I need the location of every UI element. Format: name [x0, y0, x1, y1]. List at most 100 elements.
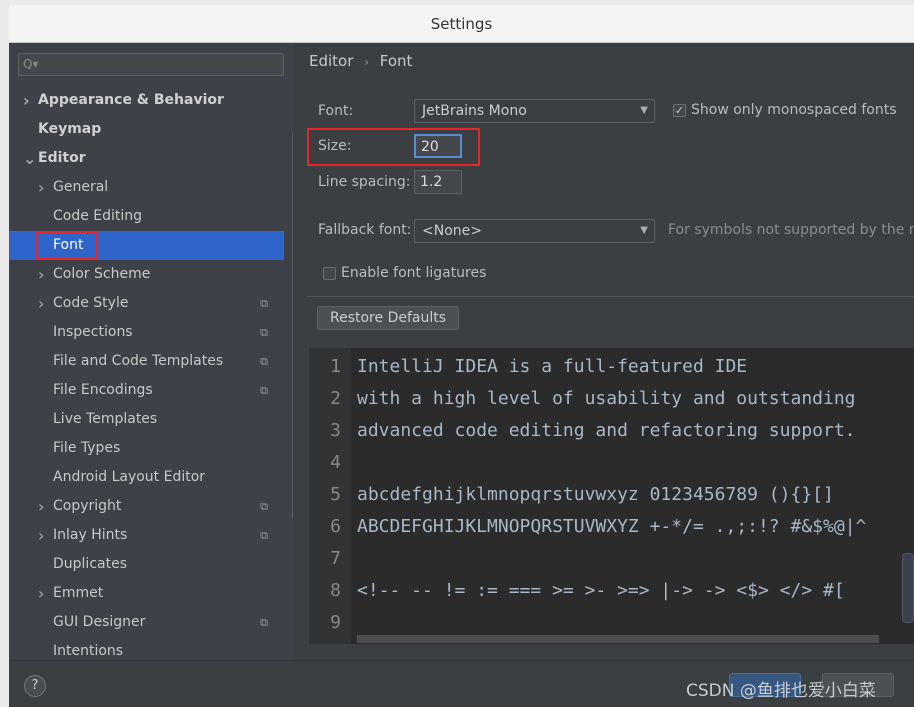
sidebar-item-android-layout-editor[interactable]: Android Layout Editor	[9, 463, 284, 492]
sidebar-item-label: Android Layout Editor	[53, 469, 206, 485]
sidebar-item-color-scheme[interactable]: › Color Scheme	[9, 260, 284, 289]
restore-defaults-button[interactable]: Restore Defaults	[317, 306, 460, 330]
font-value: JetBrains Mono	[422, 103, 527, 119]
sidebar-item-appearance-behavior[interactable]: › Appearance & Behavior	[9, 86, 284, 115]
monospaced-label: Show only monospaced fonts	[691, 102, 897, 118]
chevron-right-icon[interactable]: ›	[23, 86, 30, 115]
chevron-right-icon[interactable]: ›	[38, 579, 44, 608]
window-title-bar: Settings	[9, 5, 914, 43]
sidebar-item-intentions[interactable]: Intentions	[9, 637, 284, 660]
line-spacing-label: Line spacing:	[318, 174, 411, 190]
sidebar-item-code-style[interactable]: › Code Style ⧉	[9, 289, 284, 318]
project-scope-icon: ⧉	[260, 384, 268, 397]
sidebar-item-copyright[interactable]: › Copyright ⧉	[9, 492, 284, 521]
font-item-highlight	[36, 231, 98, 260]
sidebar-item-keymap[interactable]: Keymap	[9, 115, 284, 144]
preview-line: advanced code editing and refactoring su…	[357, 420, 856, 441]
settings-sidebar: Q▾ › Appearance & Behavior Keymap ⌄ Editor › G…	[9, 43, 293, 660]
chevron-right-icon[interactable]: ›	[38, 289, 44, 318]
sidebar-item-gui-designer[interactable]: GUI Designer ⧉	[9, 608, 284, 637]
fallback-font-label: Fallback font:	[318, 222, 412, 238]
watermark: CSDN @鱼排也爱小白菜	[686, 681, 876, 701]
sidebar-item-label: Editor	[38, 150, 86, 166]
fallback-font-dropdown[interactable]: <None> ▼	[414, 219, 655, 243]
font-settings-panel: Editor › Font Font: JetBrains Mono ▼ ✓ Sh…	[293, 43, 914, 660]
line-number: 7	[330, 548, 341, 569]
line-number: 5	[330, 484, 341, 505]
line-spacing-input[interactable]: 1.2	[414, 170, 462, 194]
dropdown-arrow-icon: ▼	[640, 225, 648, 236]
project-scope-icon: ⧉	[260, 500, 268, 513]
chevron-right-icon[interactable]: ›	[38, 521, 44, 550]
line-number: 2	[330, 388, 341, 409]
breadcrumb-editor[interactable]: Editor	[309, 52, 353, 70]
ligatures-label: Enable font ligatures	[341, 265, 487, 281]
breadcrumb-font: Font	[379, 52, 413, 70]
chevron-right-icon[interactable]: ›	[38, 492, 44, 521]
chevron-right-icon[interactable]: ›	[38, 173, 44, 202]
line-number: 3	[330, 420, 341, 441]
sidebar-item-label: Inspections	[53, 324, 133, 340]
sidebar-item-code-editing[interactable]: Code Editing	[9, 202, 284, 231]
chevron-right-icon[interactable]: ›	[38, 260, 44, 289]
breadcrumb-separator: ›	[364, 55, 369, 69]
sidebar-item-label: General	[53, 179, 109, 195]
sidebar-item-label: Emmet	[53, 585, 104, 601]
help-button[interactable]: ?	[24, 675, 46, 697]
preview-line: <!-- -- != := === >= >- >=> |-> -> <$> <…	[357, 580, 845, 601]
font-preview-editor[interactable]: 1 IntelliJ IDEA is a full-featured IDE 2 wi…	[309, 348, 914, 644]
sidebar-item-general[interactable]: › General	[9, 173, 284, 202]
sidebar-item-label: File Types	[53, 440, 121, 456]
size-input[interactable]: 20	[414, 134, 462, 158]
project-scope-icon: ⧉	[260, 355, 268, 368]
sidebar-item-label: Duplicates	[53, 556, 127, 572]
preview-line: abcdefghijklmnopqrstuvwxyz 0123456789 ()…	[357, 484, 834, 505]
sidebar-item-label: Inlay Hints	[53, 527, 128, 543]
sidebar-item-live-templates[interactable]: Live Templates	[9, 405, 284, 434]
sidebar-item-file-and-code-templates[interactable]: File and Code Templates ⧉	[9, 347, 284, 376]
project-scope-icon: ⧉	[260, 616, 268, 629]
preview-line: IntelliJ IDEA is a full-featured IDE	[357, 356, 748, 377]
sidebar-item-label: Live Templates	[53, 411, 158, 427]
sidebar-item-label: Copyright	[53, 498, 122, 514]
sidebar-item-inlay-hints[interactable]: › Inlay Hints ⧉	[9, 521, 284, 550]
fallback-hint: For symbols not supported by the m	[668, 222, 914, 238]
line-number: 6	[330, 516, 341, 537]
sidebar-item-label: Code Editing	[53, 208, 143, 224]
sidebar-item-label: GUI Designer	[53, 614, 146, 630]
dropdown-arrow-icon: ▼	[640, 105, 648, 116]
sidebar-item-label: Code Style	[53, 295, 129, 311]
fallback-value: <None>	[422, 223, 482, 239]
line-number: 4	[330, 452, 341, 473]
preview-line: ABCDEFGHIJKLMNOPQRSTUVWXYZ +-*/= .,;:!? …	[357, 516, 867, 537]
settings-search-input[interactable]: Q▾	[18, 53, 284, 76]
preview-horizontal-scrollbar[interactable]	[357, 635, 879, 643]
sidebar-item-editor[interactable]: ⌄ Editor	[9, 144, 284, 173]
line-number: 1	[330, 356, 341, 377]
sidebar-item-file-encodings[interactable]: File Encodings ⧉	[9, 376, 284, 405]
breadcrumb: Editor › Font	[309, 52, 412, 70]
monospaced-checkbox[interactable]: ✓	[673, 104, 686, 117]
font-dropdown[interactable]: JetBrains Mono ▼	[414, 99, 655, 123]
sidebar-item-label: Keymap	[38, 121, 102, 137]
sidebar-item-emmet[interactable]: › Emmet	[9, 579, 284, 608]
level-meter-widget	[902, 553, 914, 623]
sidebar-item-label: File Encodings	[53, 382, 153, 398]
project-scope-icon: ⧉	[260, 326, 268, 339]
sidebar-item-label: File and Code Templates	[53, 353, 224, 369]
project-scope-icon: ⧉	[260, 529, 268, 542]
sidebar-item-label: Appearance & Behavior	[38, 92, 224, 108]
project-scope-icon: ⧉	[260, 297, 268, 310]
font-label: Font:	[318, 103, 354, 119]
ligatures-checkbox[interactable]	[323, 267, 336, 280]
chevron-down-icon[interactable]: ⌄	[23, 144, 36, 173]
sidebar-item-file-types[interactable]: File Types	[9, 434, 284, 463]
preview-line: with a high level of usability and outst…	[357, 388, 856, 409]
size-label: Size:	[318, 138, 352, 154]
sidebar-item-inspections[interactable]: Inspections ⧉	[9, 318, 284, 347]
sidebar-item-label: Intentions	[53, 643, 124, 659]
line-number: 9	[330, 612, 341, 633]
sidebar-item-duplicates[interactable]: Duplicates	[9, 550, 284, 579]
divider	[307, 296, 914, 297]
window-title: Settings	[430, 15, 493, 33]
